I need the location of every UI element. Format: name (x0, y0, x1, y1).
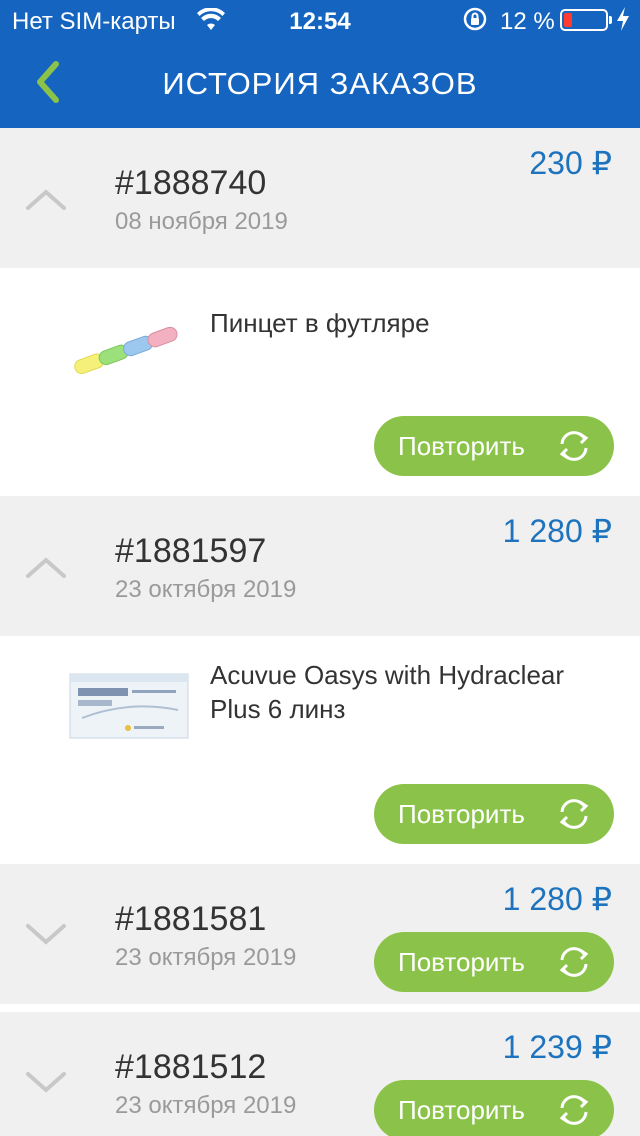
order-date: 08 ноября 2019 (115, 208, 288, 235)
order-number: #1881581 (115, 900, 267, 938)
order-number: #1881512 (115, 1048, 267, 1086)
repeat-button-label: Повторить (398, 430, 525, 461)
chevron-up-icon[interactable] (22, 552, 70, 582)
order-header[interactable]: #1888740 08 ноября 2019 230 ₽ (0, 128, 640, 268)
order-date: 23 октября 2019 (115, 576, 297, 603)
battery-icon (560, 9, 612, 31)
repeat-order-button[interactable]: Повторить (374, 784, 614, 844)
refresh-icon (559, 1095, 589, 1125)
order-number: #1888740 (115, 164, 267, 202)
order-divider (0, 1004, 640, 1012)
order-item: Acuvue Oasys with Hydraclear Plus 6 линз… (0, 636, 640, 864)
repeat-order-button[interactable]: Повторить (374, 1080, 614, 1136)
order-date: 23 октября 2019 (115, 944, 297, 971)
app-header: Нет SIM-карты 12:54 12 % ИСТОРИЯ ЗАКАЗОВ (0, 0, 640, 128)
order-number: #1881597 (115, 532, 267, 570)
order-header[interactable]: #1881581 23 октября 2019 1 280 ₽ Повтори… (0, 864, 640, 1004)
order-price: 230 ₽ (529, 145, 612, 181)
repeat-order-button[interactable]: Повторить (374, 416, 614, 476)
charging-bolt-icon (616, 6, 630, 39)
order-item: Пинцет в футляре Повторить (0, 268, 640, 496)
repeat-button-label: Повторить (398, 946, 525, 977)
order-price: 1 239 ₽ (502, 1029, 612, 1065)
order-header[interactable]: #1881597 23 октября 2019 1 280 ₽ (0, 496, 640, 636)
refresh-icon (559, 799, 589, 829)
rotation-lock-icon (462, 6, 488, 32)
chevron-down-icon[interactable] (22, 1066, 70, 1096)
repeat-button-label: Повторить (398, 1094, 525, 1125)
item-name: Acuvue Oasys with Hydraclear Plus 6 линз (210, 660, 565, 724)
order-price: 1 280 ₽ (502, 513, 612, 549)
order-date: 23 октября 2019 (115, 1092, 297, 1119)
tweezers-case-thumbnail (74, 326, 178, 375)
acuvue-box-thumbnail (69, 673, 189, 739)
repeat-order-button[interactable]: Повторить (374, 932, 614, 992)
refresh-icon (559, 947, 589, 977)
nav-bar: ИСТОРИЯ ЗАКАЗОВ (0, 40, 640, 128)
order-header[interactable]: #1881512 23 октября 2019 1 239 ₽ Повтори… (0, 1012, 640, 1136)
item-name: Пинцет в футляре (210, 308, 430, 338)
battery-percent: 12 % (500, 8, 555, 35)
status-bar: Нет SIM-карты 12:54 12 % (0, 0, 640, 40)
refresh-icon (559, 431, 589, 461)
chevron-down-icon[interactable] (22, 918, 70, 948)
chevron-up-icon[interactable] (22, 184, 70, 214)
repeat-button-label: Повторить (398, 798, 525, 829)
page-title: ИСТОРИЯ ЗАКАЗОВ (162, 66, 478, 101)
order-price: 1 280 ₽ (502, 881, 612, 917)
